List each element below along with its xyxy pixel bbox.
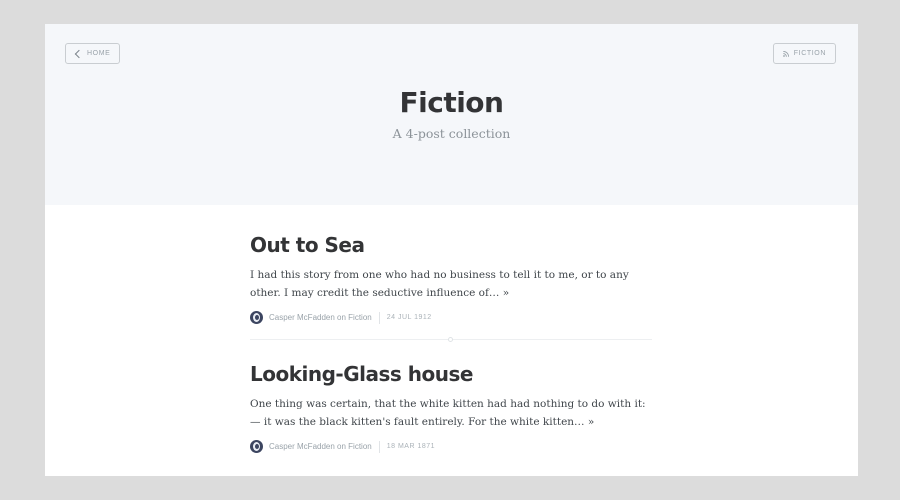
post-date: 18 MAR 1871 xyxy=(386,443,436,450)
meta-divider xyxy=(378,311,380,324)
post-excerpt-text: One thing was certain, that the white ki… xyxy=(250,398,646,428)
post-meta: Casper McFadden on Fiction 24 JUL 1912 xyxy=(250,311,652,324)
post-divider xyxy=(250,337,652,342)
post-item: Looking-Glass house One thing was certai… xyxy=(250,360,652,453)
post-date: 24 JUL 1912 xyxy=(386,314,432,321)
read-more-link[interactable]: » xyxy=(588,416,594,428)
avatar[interactable] xyxy=(250,440,263,453)
page-frame: Home Fiction Fiction A 4-post collection… xyxy=(45,24,858,476)
meta-divider xyxy=(378,440,380,453)
avatar[interactable] xyxy=(250,311,263,324)
chevron-left-icon xyxy=(74,49,84,58)
home-button-label: Home xyxy=(87,50,111,57)
read-more-link[interactable]: » xyxy=(503,287,509,299)
post-title[interactable]: Looking-Glass house xyxy=(250,360,652,388)
page-title: Fiction xyxy=(399,86,504,119)
post-excerpt: I had this story from one who had no bus… xyxy=(250,266,652,302)
post-author[interactable]: Casper McFadden on Fiction xyxy=(269,442,372,451)
post-author[interactable]: Casper McFadden on Fiction xyxy=(269,313,372,322)
tag-header: Home Fiction Fiction A 4-post collection xyxy=(45,24,858,205)
post-meta: Casper McFadden on Fiction 18 MAR 1871 xyxy=(250,440,652,453)
post-item: Out to Sea I had this story from one who… xyxy=(250,231,652,324)
rss-icon xyxy=(782,50,789,57)
tag-rss-label: Fiction xyxy=(793,50,826,57)
page-description: A 4-post collection xyxy=(392,126,511,141)
post-excerpt: One thing was certain, that the white ki… xyxy=(250,395,652,431)
home-button[interactable]: Home xyxy=(65,43,121,64)
post-list: Out to Sea I had this story from one who… xyxy=(250,231,652,453)
post-excerpt-text: I had this story from one who had no bus… xyxy=(250,269,629,299)
post-title[interactable]: Out to Sea xyxy=(250,231,652,259)
tag-rss-button[interactable]: Fiction xyxy=(772,43,836,64)
